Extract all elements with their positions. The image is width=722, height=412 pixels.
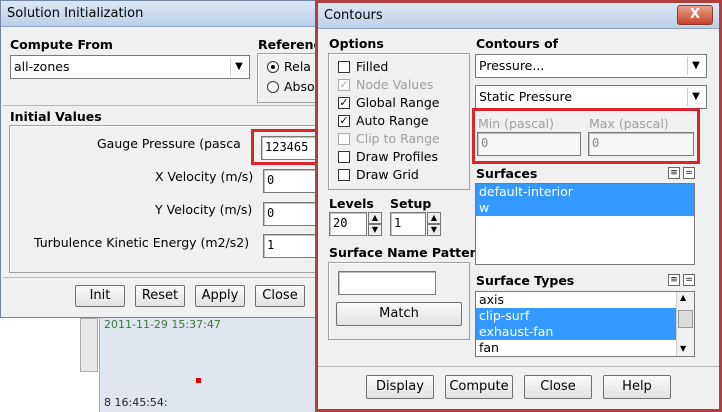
divider (318, 366, 719, 367)
select-all-icon[interactable]: ≡ (668, 274, 680, 286)
close-icon[interactable]: X (677, 5, 713, 25)
background-scrollbar[interactable] (80, 318, 98, 372)
y-velocity-label: Y Velocity (m/s) (155, 202, 253, 217)
draw-grid-checkbox[interactable] (338, 169, 350, 181)
background-timestamp-2: 8 16:45:54: (104, 396, 168, 409)
title-bar[interactable]: Contours X (318, 3, 719, 29)
list-item[interactable]: exhaust-fan (476, 324, 676, 340)
gauge-pressure-label: Gauge Pressure (pasca (97, 136, 241, 151)
list-item[interactable]: fan (476, 340, 676, 356)
divider (3, 277, 317, 278)
setup-label: Setup (390, 196, 432, 211)
surface-types-scrollbar[interactable]: ▲ ▼ (676, 292, 694, 356)
auto-range-checkbox[interactable]: ✓ (338, 115, 350, 127)
list-item[interactable]: w (476, 200, 694, 216)
window-title: Contours (324, 8, 383, 23)
setup-up-icon[interactable]: ▲ (427, 212, 441, 224)
contours-sub-select[interactable]: Static Pressure ▼ (475, 85, 707, 109)
init-button[interactable]: Init (75, 285, 125, 307)
chevron-down-icon: ▼ (687, 88, 704, 106)
levels-down-icon[interactable]: ▼ (368, 224, 382, 236)
node-values-label: Node Values (356, 77, 434, 92)
y-velocity-input[interactable]: 0 (263, 202, 319, 226)
deselect-all-icon[interactable]: = (683, 167, 695, 179)
clip-to-range-label: Clip to Range (356, 131, 440, 146)
global-range-label: Global Range (356, 95, 440, 110)
deselect-all-icon[interactable]: = (683, 274, 695, 286)
setup-down-icon[interactable]: ▼ (427, 224, 441, 236)
reference-frame-label: Referenc (258, 37, 321, 52)
contours-sub-value: Static Pressure (479, 89, 573, 104)
filled-label: Filled (356, 59, 389, 74)
turbulence-ke-input[interactable]: 1 (263, 234, 319, 258)
initial-values-label: Initial Values (10, 109, 102, 124)
levels-input[interactable]: 20 (329, 212, 367, 236)
compute-from-label: Compute From (10, 37, 113, 52)
compute-from-select[interactable]: all-zones ▼ (10, 55, 250, 79)
draw-profiles-label: Draw Profiles (356, 149, 439, 164)
radio-relative[interactable] (267, 61, 279, 73)
highlight-gauge-pressure (251, 129, 321, 165)
list-item[interactable]: clip-surf (476, 308, 676, 324)
setup-input[interactable]: 1 (390, 212, 426, 236)
close-button[interactable]: Close (255, 285, 305, 307)
turbulence-ke-label: Turbulence Kinetic Energy (m2/s2) (34, 235, 250, 250)
draw-grid-label: Draw Grid (356, 167, 419, 182)
surface-name-pattern-label: Surface Name Pattern (329, 245, 485, 260)
surface-name-pattern-input[interactable] (338, 271, 436, 295)
display-button[interactable]: Display (366, 375, 434, 399)
node-values-checkbox[interactable]: ✓ (338, 79, 350, 91)
scroll-up-icon[interactable]: ▲ (680, 293, 686, 302)
surfaces-list[interactable]: default-interior w (475, 183, 695, 265)
apply-button[interactable]: Apply (195, 285, 245, 307)
divider (3, 105, 317, 106)
surfaces-label: Surfaces (476, 166, 538, 181)
scroll-thumb[interactable] (678, 310, 693, 328)
contours-of-select[interactable]: Pressure... ▼ (475, 54, 707, 78)
x-velocity-input[interactable]: 0 (263, 169, 319, 193)
radio-absolute[interactable] (267, 81, 279, 93)
list-item[interactable]: default-interior (476, 184, 694, 200)
clip-to-range-checkbox[interactable] (338, 133, 350, 145)
options-label: Options (329, 36, 384, 51)
background-marker (196, 378, 201, 383)
scroll-down-icon[interactable]: ▼ (680, 344, 686, 353)
levels-label: Levels (329, 196, 374, 211)
chevron-down-icon: ▼ (687, 57, 704, 75)
title-bar[interactable]: Solution Initialization (1, 1, 317, 27)
compute-from-value: all-zones (14, 59, 70, 74)
reset-button[interactable]: Reset (135, 285, 185, 307)
highlight-min-max (472, 108, 700, 164)
levels-up-icon[interactable]: ▲ (368, 212, 382, 224)
compute-button[interactable]: Compute (445, 375, 513, 399)
surface-types-list[interactable]: axis clip-surf exhaust-fan fan ▲ ▼ (475, 291, 695, 357)
chevron-down-icon: ▼ (230, 58, 247, 76)
select-all-icon[interactable]: ≡ (668, 167, 680, 179)
list-item[interactable]: axis (476, 292, 676, 308)
radio-absolute-label: Abso (284, 79, 315, 94)
contours-of-value: Pressure... (479, 58, 545, 73)
auto-range-label: Auto Range (356, 113, 429, 128)
help-button[interactable]: Help (603, 375, 671, 399)
x-velocity-label: X Velocity (m/s) (155, 169, 254, 184)
background-timestamp: 2011-11-29 15:37:47 (104, 318, 221, 331)
draw-profiles-checkbox[interactable] (338, 151, 350, 163)
contours-of-label: Contours of (476, 36, 559, 51)
solution-initialization-window: Solution Initialization Compute From all… (0, 0, 322, 318)
radio-relative-label: Rela (284, 59, 311, 74)
surface-types-label: Surface Types (476, 273, 575, 288)
global-range-checkbox[interactable]: ✓ (338, 97, 350, 109)
window-title: Solution Initialization (7, 6, 144, 21)
filled-checkbox[interactable] (338, 61, 350, 73)
match-button[interactable]: Match (336, 302, 462, 326)
close-button[interactable]: Close (524, 375, 592, 399)
